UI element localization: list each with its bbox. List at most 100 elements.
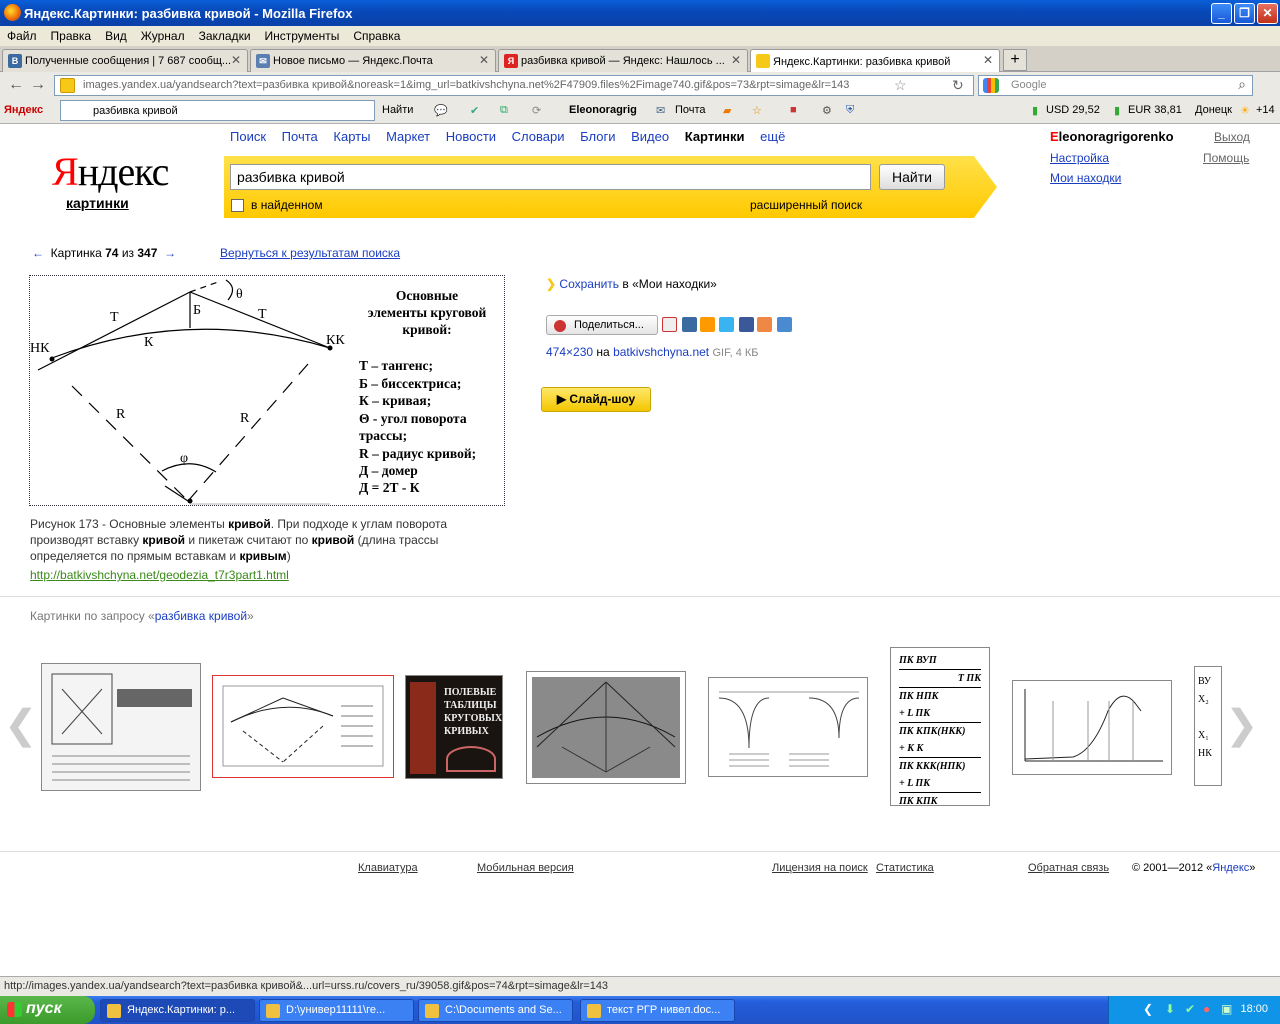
footer-license-link[interactable]: Лицензия на поиск <box>772 862 868 874</box>
reload-icon[interactable]: ↻ <box>952 77 964 94</box>
tray-check-icon[interactable]: ✔ <box>1185 1002 1195 1016</box>
translate-icon[interactable]: ⧉ <box>500 104 508 117</box>
task-word-doc[interactable]: текст РГР нивел.doc... <box>580 999 735 1022</box>
star-icon[interactable]: ☆ <box>894 77 907 94</box>
tab-close-icon[interactable]: ✕ <box>983 53 993 67</box>
search-input[interactable]: разбивка кривой <box>230 164 871 190</box>
service-blogs[interactable]: Блоги <box>580 129 615 144</box>
tray-download-icon[interactable]: ⬇ <box>1165 1002 1175 1016</box>
yandex-bar-search-input[interactable] <box>60 100 375 121</box>
tray-arrow-icon[interactable]: ❮ <box>1143 1002 1153 1016</box>
prev-arrow-icon[interactable]: ← <box>32 246 44 260</box>
copyright-yandex-link[interactable]: Яндекс <box>1212 862 1249 874</box>
yandex-bar-mail[interactable]: Почта <box>675 104 706 116</box>
share-facebook-icon[interactable] <box>739 317 754 332</box>
spellcheck-icon[interactable]: ✔ <box>470 104 479 117</box>
service-news[interactable]: Новости <box>446 129 496 144</box>
source-site-link[interactable]: batkivshchyna.net <box>613 345 709 359</box>
carousel-next-icon[interactable]: ❯ <box>1225 702 1259 748</box>
service-images[interactable]: Картинки <box>685 129 745 144</box>
related-thumb-7[interactable] <box>1012 680 1172 775</box>
source-url-link[interactable]: http://batkivshchyna.net/geodezia_t7r3pa… <box>30 568 289 582</box>
share-ya-icon[interactable] <box>662 317 677 332</box>
related-query-link[interactable]: разбивка кривой <box>155 609 247 623</box>
minimize-button[interactable]: _ <box>1211 3 1232 24</box>
tab-vk-messages[interactable]: В Полученные сообщения | 7 687 сообщ... … <box>2 49 248 72</box>
yandex-bar-brand[interactable]: Яндекс <box>4 104 43 116</box>
share-button[interactable]: Поделиться... <box>546 315 658 335</box>
tab-yandex-mail[interactable]: ✉ Новое письмо — Яндекс.Почта ✕ <box>250 49 496 72</box>
my-finds-link[interactable]: Мои находки <box>1050 171 1121 185</box>
tab-close-icon[interactable]: ✕ <box>479 53 489 67</box>
tray-network-icon[interactable]: ▣ <box>1221 1002 1232 1016</box>
related-thumb-5[interactable] <box>708 677 868 777</box>
tray-alert-icon[interactable]: ● <box>1203 1002 1210 1016</box>
yandex-logo[interactable]: Яндекс <box>52 148 169 195</box>
task-folder-univer[interactable]: D:\универ11111\ге... <box>259 999 414 1022</box>
search-icon[interactable]: ⌕ <box>1238 76 1246 93</box>
logout-link[interactable]: Выход <box>1214 130 1250 144</box>
start-button[interactable]: пуск <box>0 996 95 1024</box>
usd-rate[interactable]: USD 29,52 <box>1046 104 1100 116</box>
service-mail[interactable]: Почта <box>282 129 318 144</box>
tab-yandex-search[interactable]: Я разбивка кривой — Яндекс: Нашлось ... … <box>498 49 748 72</box>
share-twitter-icon[interactable] <box>719 317 734 332</box>
favorites-star-icon[interactable]: ☆ <box>752 104 762 117</box>
related-thumb-2[interactable] <box>212 675 394 778</box>
related-thumb-4[interactable] <box>526 671 686 784</box>
service-maps[interactable]: Карты <box>333 129 370 144</box>
mail-envelope-icon[interactable]: ✉ <box>656 104 665 117</box>
new-tab-button[interactable]: + <box>1003 49 1027 71</box>
speech-icon[interactable]: 💬 <box>434 104 448 117</box>
slideshow-button[interactable]: ▶ Слайд-шоу <box>541 387 651 412</box>
find-button[interactable]: Найти <box>879 164 945 190</box>
share-vk-icon[interactable] <box>682 317 697 332</box>
related-thumb-6[interactable]: ПК ВУП Т ПК ПК НПК + L ПК ПК КПК(НКК) + … <box>890 647 990 806</box>
maximize-button[interactable]: ❐ <box>1234 3 1255 24</box>
footer-mobile-link[interactable]: Мобильная версия <box>477 862 574 874</box>
weather-city[interactable]: Донецк <box>1195 104 1232 116</box>
tab-close-icon[interactable]: ✕ <box>731 53 741 67</box>
yandex-bar-find-button[interactable]: Найти <box>382 104 413 116</box>
help-link[interactable]: Помощь <box>1203 151 1249 165</box>
task-folder-documents[interactable]: C:\Documents and Se... <box>418 999 573 1022</box>
service-market[interactable]: Маркет <box>386 129 430 144</box>
web-search-input[interactable]: Google ⌕ <box>978 75 1253 96</box>
forward-arrow-icon[interactable]: → <box>30 76 46 94</box>
service-video[interactable]: Видео <box>631 129 669 144</box>
settings-gear-icon[interactable]: ⚙ <box>822 104 832 117</box>
settings-link[interactable]: Настройка <box>1050 151 1109 165</box>
menu-edit[interactable]: Правка <box>44 29 99 43</box>
service-search[interactable]: Поиск <box>230 129 266 144</box>
footer-feedback-link[interactable]: Обратная связь <box>1028 862 1109 874</box>
related-thumb-1[interactable] <box>41 663 201 791</box>
feed-icon[interactable]: ⟳ <box>532 104 541 117</box>
footer-keyboard-link[interactable]: Клавиатура <box>358 862 418 874</box>
main-image[interactable]: НК КК Т Т Б К θ R R φ Основные элементы … <box>29 275 505 506</box>
share-odnoklassniki-icon[interactable] <box>757 317 772 332</box>
back-to-results-link[interactable]: Вернуться к результатам поиска <box>220 246 400 260</box>
back-arrow-icon[interactable]: ← <box>8 76 24 94</box>
logo-subtitle[interactable]: картинки <box>66 195 129 211</box>
menu-file[interactable]: Файл <box>0 29 44 43</box>
folder-icon[interactable]: ▰ <box>723 104 731 117</box>
menu-help[interactable]: Справка <box>346 29 407 43</box>
menu-tools[interactable]: Инструменты <box>258 29 347 43</box>
yandex-bar-user[interactable]: Eleonoragrig <box>569 104 637 116</box>
user-name[interactable]: Eleonoragrigorenko <box>1050 129 1174 144</box>
tab-yandex-images[interactable]: Яндекс.Картинки: разбивка кривой ✕ <box>750 49 1000 73</box>
related-thumb-3[interactable]: ПОЛЕВЫЕ ТАБЛИЦЫ КРУГОВЫХ КРИВЫХ <box>405 675 503 779</box>
save-link[interactable]: Сохранить <box>559 277 619 291</box>
image-size-link[interactable]: 474×230 <box>546 345 593 359</box>
advanced-search-link[interactable]: расширенный поиск <box>750 198 862 212</box>
share-mailru-icon[interactable] <box>700 317 715 332</box>
service-dictionaries[interactable]: Словари <box>512 129 565 144</box>
in-found-checkbox[interactable] <box>231 199 244 212</box>
footer-stats-link[interactable]: Статистика <box>876 862 934 874</box>
tab-close-icon[interactable]: ✕ <box>231 53 241 67</box>
carousel-prev-icon[interactable]: ❮ <box>4 702 38 748</box>
menu-view[interactable]: Вид <box>98 29 134 43</box>
related-thumb-8[interactable]: ВУ X₂ X₁ НК <box>1194 666 1222 786</box>
share-livejournal-icon[interactable] <box>777 317 792 332</box>
close-button[interactable]: ✕ <box>1257 3 1278 24</box>
